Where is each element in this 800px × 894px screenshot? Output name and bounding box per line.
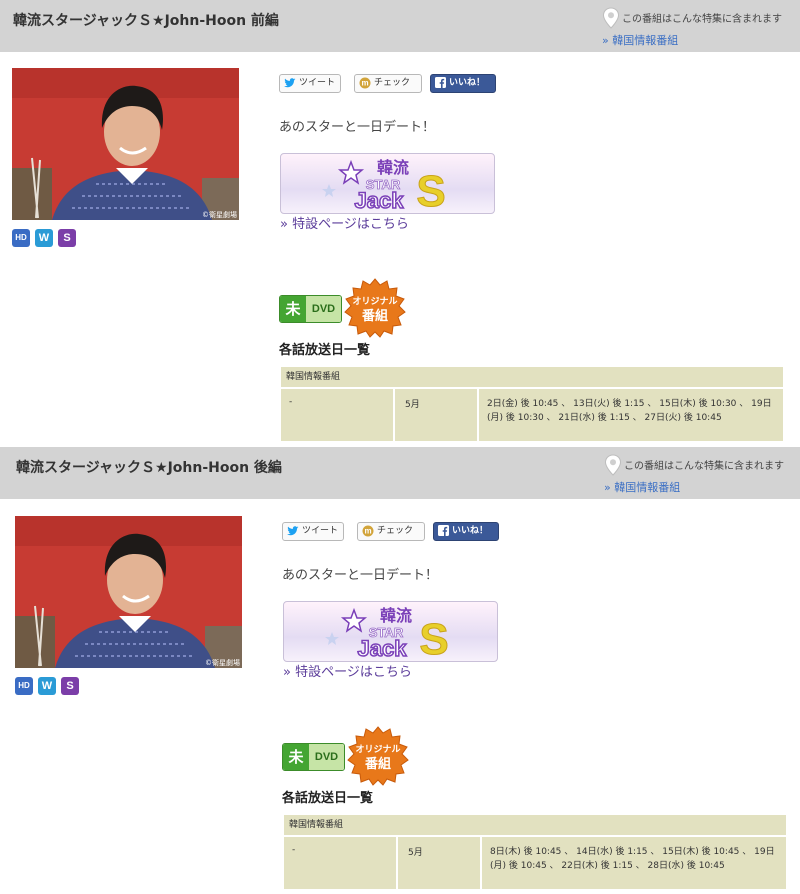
svg-text:m: m	[361, 78, 368, 87]
schedule-row: - 5月 8日(木) 後 10:45 、 14日(水) 後 1:15 、 15日…	[284, 837, 786, 889]
schedule-dates: 8日(木) 後 10:45 、 14日(水) 後 1:15 、 15日(木) 後…	[482, 837, 786, 889]
check-button[interactable]: m チェック	[354, 74, 422, 93]
schedule-episode: -	[284, 837, 396, 889]
featured-label: この番組はこんな特集に含まれます	[622, 14, 782, 25]
tweet-label: ツイート	[302, 526, 339, 536]
banner-top-text: 韓流	[380, 606, 412, 625]
facebook-like-button[interactable]: いいね！	[433, 522, 499, 541]
program-header: 韓流スタージャックＳ★John-Hoon 後編 この番組はこんな特集に含まれます…	[0, 447, 800, 499]
schedule-dates: 2日(金) 後 10:45 、 13日(火) 後 1:15 、 15日(木) 後…	[479, 389, 783, 441]
stereo-badge: S	[61, 677, 79, 695]
featured-label: この番組はこんな特集に含まれます	[624, 461, 784, 472]
schedule-heading: 各話放送日一覧	[279, 343, 371, 358]
facebook-like-button[interactable]: いいね！	[430, 74, 496, 93]
schedule-table: 韓国情報番組 - 5月 8日(木) 後 10:45 、 14日(水) 後 1:1…	[282, 813, 788, 891]
schedule-month: 5月	[395, 389, 477, 441]
widescreen-badge: W	[35, 229, 53, 247]
schedule-header-row: 韓国情報番組	[281, 367, 783, 387]
star-icon	[337, 159, 365, 185]
original-program-badge: オリジナル 番組	[347, 726, 409, 786]
schedule-category: 韓国情報番組	[281, 367, 783, 387]
banner-letter: S	[419, 615, 448, 661]
program-section: 韓流スタージャックＳ★John-Hoon 前編 この番組はこんな特集に含まれます…	[0, 0, 800, 446]
tagline: あのスターと一日デート！	[282, 568, 439, 583]
dvd-badge: 未 DVD	[279, 295, 342, 323]
check-label: チェック	[374, 78, 411, 88]
starjack-banner[interactable]: 韓流 STAR Jack S	[280, 153, 495, 214]
twitter-bird-icon	[284, 77, 296, 87]
mixi-check-icon: m	[362, 525, 374, 536]
original-badge-line1: オリジナル	[355, 744, 400, 755]
tweet-label: ツイート	[299, 78, 336, 88]
dvd-badge: 未 DVD	[282, 743, 345, 771]
schedule-heading: 各話放送日一覧	[282, 791, 374, 806]
program-thumbnail[interactable]: ©衛星劇場	[12, 68, 239, 220]
hd-badge: HD	[12, 229, 30, 247]
star-icon	[340, 607, 368, 633]
hd-badge: HD	[15, 677, 33, 695]
original-badge-line1: オリジナル	[352, 296, 397, 307]
special-page-link[interactable]: » 特設ページはこちら	[283, 661, 412, 680]
small-star-icon	[325, 632, 339, 645]
original-badge-line2: 番組	[364, 756, 391, 772]
dvd-badge-label: DVD	[309, 744, 344, 770]
schedule-category: 韓国情報番組	[284, 815, 786, 835]
featured-link[interactable]: » 韓国情報番組	[602, 32, 678, 48]
small-star-icon	[322, 184, 336, 197]
check-button[interactable]: m チェック	[357, 522, 425, 541]
program-header: 韓流スタージャックＳ★John-Hoon 前編 この番組はこんな特集に含まれます…	[0, 0, 800, 52]
original-program-badge: オリジナル 番組	[344, 278, 406, 338]
schedule-month: 5月	[398, 837, 480, 889]
banner-letter: S	[416, 167, 445, 213]
dvd-badge-mi: 未	[280, 296, 306, 322]
facebook-icon	[438, 525, 449, 536]
original-badge-line2: 番組	[361, 308, 388, 324]
featured-link[interactable]: » 韓国情報番組	[604, 479, 680, 495]
dvd-badge-mi: 未	[283, 744, 309, 770]
svg-text:m: m	[364, 526, 371, 535]
photo-credit: ©衛星劇場	[202, 210, 237, 219]
check-label: チェック	[377, 526, 414, 536]
banner-top-text: 韓流	[377, 158, 409, 177]
tweet-button[interactable]: ツイート	[282, 522, 344, 541]
banner-bottom-text: Jack	[358, 636, 408, 661]
schedule-row: - 5月 2日(金) 後 10:45 、 13日(火) 後 1:15 、 15日…	[281, 389, 783, 441]
program-section: 韓流スタージャックＳ★John-Hoon 後編 この番組はこんな特集に含まれます…	[0, 447, 800, 894]
widescreen-badge: W	[38, 677, 56, 695]
schedule-header-row: 韓国情報番組	[284, 815, 786, 835]
starjack-banner[interactable]: 韓流 STAR Jack S	[283, 601, 498, 662]
photo-credit: ©衛星劇場	[205, 658, 240, 667]
schedule-table: 韓国情報番組 - 5月 2日(金) 後 10:45 、 13日(火) 後 1:1…	[279, 365, 785, 443]
stereo-badge: S	[58, 229, 76, 247]
program-thumbnail[interactable]: ©衛星劇場	[15, 516, 242, 668]
tweet-button[interactable]: ツイート	[279, 74, 341, 93]
mixi-check-icon: m	[359, 77, 371, 88]
special-page-link[interactable]: » 特設ページはこちら	[280, 213, 409, 232]
banner-bottom-text: Jack	[355, 188, 405, 213]
schedule-episode: -	[281, 389, 393, 441]
location-pin-icon	[602, 7, 620, 29]
tagline: あのスターと一日デート！	[279, 120, 436, 135]
facebook-icon	[435, 77, 446, 88]
location-pin-icon	[604, 454, 622, 476]
program-title: 韓流スタージャックＳ★John-Hoon 前編	[13, 13, 279, 29]
dvd-badge-label: DVD	[306, 296, 341, 322]
twitter-bird-icon	[287, 525, 299, 535]
program-title: 韓流スタージャックＳ★John-Hoon 後編	[16, 460, 282, 476]
like-label: いいね！	[449, 78, 486, 88]
like-label: いいね！	[452, 526, 489, 536]
